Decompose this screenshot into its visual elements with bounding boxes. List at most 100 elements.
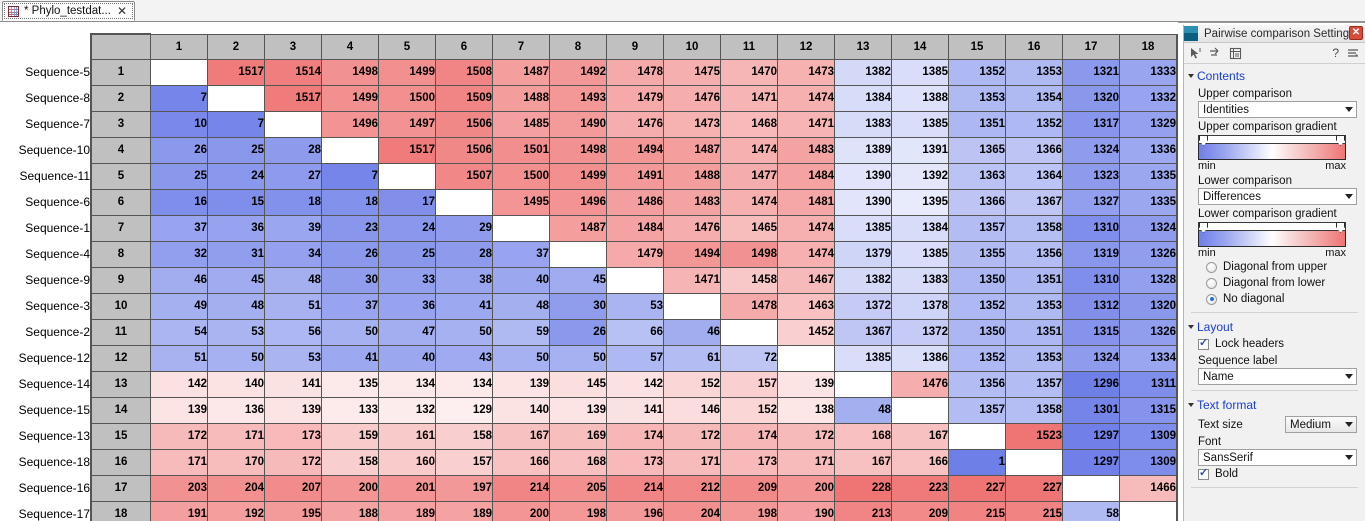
matrix-cell-lower[interactable]: 25	[207, 136, 265, 164]
matrix-cell-lower[interactable]: 135	[321, 370, 379, 398]
column-header-15[interactable]: 15	[948, 33, 1006, 60]
row-header-2[interactable]: 2	[90, 84, 151, 112]
matrix-cell-lower[interactable]: 27	[264, 162, 322, 190]
matrix-cell-upper[interactable]: 1486	[606, 188, 664, 216]
matrix-cell-upper[interactable]: 1517	[207, 58, 265, 86]
matrix-cell-lower[interactable]: 189	[435, 500, 493, 521]
matrix-cell-upper[interactable]: 1310	[1062, 214, 1120, 242]
lock-headers-checkbox[interactable]: Lock headers	[1184, 336, 1365, 352]
matrix-cell-lower[interactable]: 28	[435, 240, 493, 268]
matrix-diagonal-cell[interactable]	[150, 58, 208, 86]
matrix-cell-upper[interactable]: 1487	[549, 214, 607, 242]
cursor-arrow-icon[interactable]	[1189, 47, 1202, 60]
matrix-cell-lower[interactable]: 50	[321, 318, 379, 346]
matrix-cell-lower[interactable]: 7	[321, 162, 379, 190]
matrix-cell-upper[interactable]: 1474	[777, 240, 835, 268]
matrix-cell-lower[interactable]: 66	[606, 318, 664, 346]
matrix-cell-upper[interactable]: 1335	[1119, 188, 1178, 216]
matrix-diagonal-cell[interactable]	[948, 422, 1006, 450]
row-header-14[interactable]: 14	[90, 396, 151, 424]
matrix-cell-lower[interactable]: 51	[264, 292, 322, 320]
matrix-cell-lower[interactable]: 209	[891, 500, 949, 521]
matrix-cell-upper[interactable]: 1473	[663, 110, 721, 138]
matrix-cell-upper[interactable]: 1367	[1005, 188, 1063, 216]
lower-comparison-select[interactable]: Differences	[1198, 188, 1357, 205]
matrix-cell-lower[interactable]: 40	[492, 266, 550, 294]
matrix-cell-upper[interactable]: 1317	[1062, 110, 1120, 138]
matrix-cell-upper[interactable]: 1356	[1005, 240, 1063, 268]
matrix-cell-lower[interactable]: 172	[150, 422, 208, 450]
matrix-cell-upper[interactable]: 1466	[1119, 474, 1178, 502]
matrix-cell-upper[interactable]: 1391	[891, 136, 949, 164]
matrix-cell-upper[interactable]: 1367	[834, 318, 892, 346]
matrix-cell-upper[interactable]: 1496	[549, 188, 607, 216]
matrix-cell-upper[interactable]: 1500	[378, 84, 436, 112]
row-header-17[interactable]: 17	[90, 474, 151, 502]
matrix-cell-lower[interactable]: 146	[663, 396, 721, 424]
matrix-cell-upper[interactable]: 1509	[435, 84, 493, 112]
matrix-cell-lower[interactable]: 223	[891, 474, 949, 502]
select-branch-icon[interactable]	[1209, 47, 1222, 60]
matrix-diagonal-cell[interactable]	[492, 214, 550, 242]
matrix-cell-lower[interactable]: 24	[207, 162, 265, 190]
matrix-cell-upper[interactable]: 1500	[492, 162, 550, 190]
matrix-cell-lower[interactable]: 168	[834, 422, 892, 450]
matrix-cell-upper[interactable]: 1378	[891, 292, 949, 320]
matrix-cell-upper[interactable]: 1319	[1062, 240, 1120, 268]
matrix-cell-lower[interactable]: 132	[378, 396, 436, 424]
matrix-cell-lower[interactable]: 59	[492, 318, 550, 346]
column-header-11[interactable]: 11	[720, 33, 778, 60]
matrix-cell-lower[interactable]: 10	[150, 110, 208, 138]
matrix-cell-upper[interactable]: 1523	[1005, 422, 1063, 450]
matrix-cell-upper[interactable]: 1333	[1119, 58, 1178, 86]
lower-gradient-track[interactable]	[1198, 222, 1346, 233]
matrix-cell-lower[interactable]: 174	[720, 422, 778, 450]
matrix-cell-lower[interactable]: 31	[207, 240, 265, 268]
matrix-cell-upper[interactable]: 1473	[777, 58, 835, 86]
matrix-cell-lower[interactable]: 41	[435, 292, 493, 320]
matrix-cell-upper[interactable]: 1356	[948, 370, 1006, 398]
matrix-cell-upper[interactable]: 1328	[1119, 266, 1178, 294]
matrix-cell-upper[interactable]: 1364	[1005, 162, 1063, 190]
matrix-cell-upper[interactable]: 1488	[492, 84, 550, 112]
close-icon[interactable]: ✕	[116, 5, 128, 17]
matrix-cell-lower[interactable]: 214	[492, 474, 550, 502]
matrix-cell-lower[interactable]: 48	[834, 396, 892, 424]
matrix-cell-lower[interactable]: 61	[663, 344, 721, 372]
matrix-cell-lower[interactable]: 159	[321, 422, 379, 450]
matrix-cell-lower[interactable]: 227	[948, 474, 1006, 502]
tab-phylo-testdata[interactable]: * Phylo_testdat... ✕	[2, 1, 136, 21]
sequence-label-select[interactable]: Name	[1198, 368, 1357, 385]
matrix-cell-upper[interactable]: 1517	[378, 136, 436, 164]
matrix-cell-upper[interactable]: 1508	[435, 58, 493, 86]
matrix-cell-lower[interactable]: 191	[150, 500, 208, 521]
matrix-cell-lower[interactable]: 212	[663, 474, 721, 502]
matrix-cell-upper[interactable]: 1483	[663, 188, 721, 216]
matrix-cell-lower[interactable]: 50	[549, 344, 607, 372]
matrix-cell-upper[interactable]: 1336	[1119, 136, 1178, 164]
matrix-cell-lower[interactable]: 26	[150, 136, 208, 164]
matrix-cell-upper[interactable]: 1471	[720, 84, 778, 112]
matrix-cell-upper[interactable]: 1321	[1062, 58, 1120, 86]
matrix-cell-lower[interactable]: 29	[435, 214, 493, 242]
matrix-cell-lower[interactable]: 152	[720, 396, 778, 424]
matrix-cell-upper[interactable]: 1506	[435, 110, 493, 138]
matrix-cell-upper[interactable]: 1352	[948, 344, 1006, 372]
matrix-diagonal-cell[interactable]	[549, 240, 607, 268]
matrix-cell-upper[interactable]: 1498	[720, 240, 778, 268]
matrix-cell-upper[interactable]: 1388	[891, 84, 949, 112]
matrix-cell-lower[interactable]: 214	[606, 474, 664, 502]
matrix-cell-upper[interactable]: 1329	[1119, 110, 1178, 138]
column-header-8[interactable]: 8	[549, 33, 607, 60]
matrix-cell-lower[interactable]: 25	[150, 162, 208, 190]
matrix-cell-lower[interactable]: 129	[435, 396, 493, 424]
matrix-cell-lower[interactable]: 40	[378, 344, 436, 372]
matrix-cell-lower[interactable]: 173	[606, 448, 664, 476]
matrix-cell-lower[interactable]: 134	[378, 370, 436, 398]
matrix-cell-upper[interactable]: 1320	[1062, 84, 1120, 112]
matrix-diagonal-cell[interactable]	[606, 266, 664, 294]
column-header-3[interactable]: 3	[264, 33, 322, 60]
column-header-2[interactable]: 2	[207, 33, 265, 60]
matrix-cell-lower[interactable]: 30	[321, 266, 379, 294]
matrix-cell-upper[interactable]: 1357	[1005, 370, 1063, 398]
